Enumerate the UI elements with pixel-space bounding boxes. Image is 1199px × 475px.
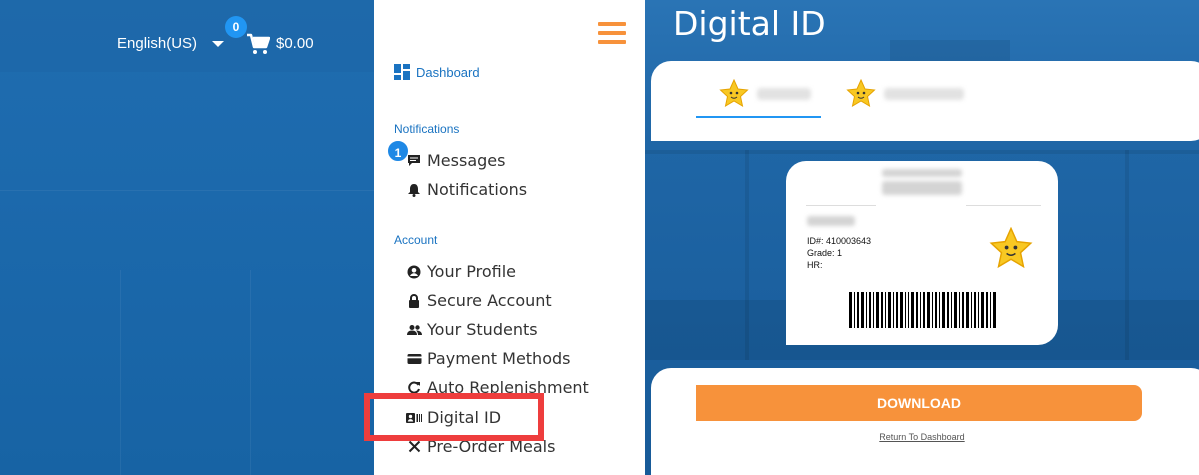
side-menu: Dashboard Notifications 1 Messages Notif…	[364, 0, 644, 475]
bg-line	[0, 190, 374, 191]
user-circle-icon	[406, 264, 422, 280]
menu-item-label: Notifications	[427, 180, 528, 199]
menu-item-label: Payment Methods	[427, 349, 571, 368]
message-icon	[406, 153, 422, 169]
highlight-annotation-box	[364, 393, 544, 441]
section-title-account: Account	[394, 233, 438, 247]
dashboard-label: Dashboard	[416, 64, 480, 80]
digital-id-card: ID#: 410003643 Grade: 1 HR:	[786, 161, 1058, 345]
cart-total[interactable]: $0.00	[276, 35, 314, 52]
divider	[966, 205, 1041, 206]
download-button[interactable]: DOWNLOAD	[696, 385, 1142, 421]
student-name-blurred	[884, 88, 964, 100]
bg-line	[120, 270, 121, 475]
student-name-blurred	[757, 88, 811, 100]
cart-count-badge: 0	[225, 16, 247, 38]
bg-shape	[1125, 150, 1129, 360]
page-title: Digital ID	[673, 4, 826, 43]
return-to-dashboard-link[interactable]: Return To Dashboard	[645, 432, 1199, 442]
barcode	[849, 292, 996, 328]
menu-item-label: Your Students	[427, 320, 538, 339]
menu-item-notifications[interactable]: Notifications	[406, 180, 527, 199]
shopping-cart-icon[interactable]	[246, 33, 270, 55]
star-avatar-icon	[846, 79, 876, 108]
caret-down-icon[interactable]	[212, 41, 224, 47]
menu-item-payment-methods[interactable]: Payment Methods	[406, 349, 570, 368]
student-homeroom: HR:	[807, 260, 823, 270]
tab-student-1[interactable]	[719, 79, 811, 109]
bg-shape	[745, 150, 749, 360]
menu-item-label: Secure Account	[427, 291, 552, 310]
section-title-notifications: Notifications	[394, 122, 460, 136]
bg-line	[250, 270, 251, 475]
active-tab-indicator	[696, 116, 821, 118]
menu-item-secure-account[interactable]: Secure Account	[406, 291, 552, 310]
credit-card-icon	[406, 351, 422, 367]
menu-item-your-students[interactable]: Your Students	[406, 320, 538, 339]
digital-id-panel: Digital ID ID#: 410003643 Grade: 1 HR: D…	[645, 0, 1199, 475]
menu-item-your-profile[interactable]: Your Profile	[406, 262, 516, 281]
star-avatar-icon	[989, 227, 1033, 269]
menu-item-label: Your Profile	[427, 262, 516, 281]
tab-student-2[interactable]	[846, 79, 964, 109]
student-tabs	[651, 61, 1199, 141]
language-selector[interactable]: English(US)	[117, 35, 197, 52]
dashboard-icon	[394, 64, 410, 80]
student-grade: Grade: 1	[807, 248, 843, 258]
school-name-blurred	[882, 169, 962, 177]
bell-icon	[406, 182, 422, 198]
school-name-blurred	[882, 181, 962, 195]
users-icon	[406, 322, 422, 338]
menu-item-label: Messages	[427, 151, 506, 170]
menu-item-dashboard[interactable]: Dashboard	[394, 64, 480, 80]
star-avatar-icon	[719, 79, 749, 108]
menu-item-messages[interactable]: Messages	[406, 151, 505, 170]
student-id-number: ID#: 410003643	[807, 236, 872, 246]
bg-shape	[645, 150, 1199, 154]
header-panel: English(US) 0 $0.00	[0, 0, 374, 475]
student-name-blurred	[807, 216, 855, 226]
hamburger-menu-icon[interactable]	[598, 22, 626, 44]
lock-icon	[406, 293, 422, 309]
divider	[806, 205, 876, 206]
